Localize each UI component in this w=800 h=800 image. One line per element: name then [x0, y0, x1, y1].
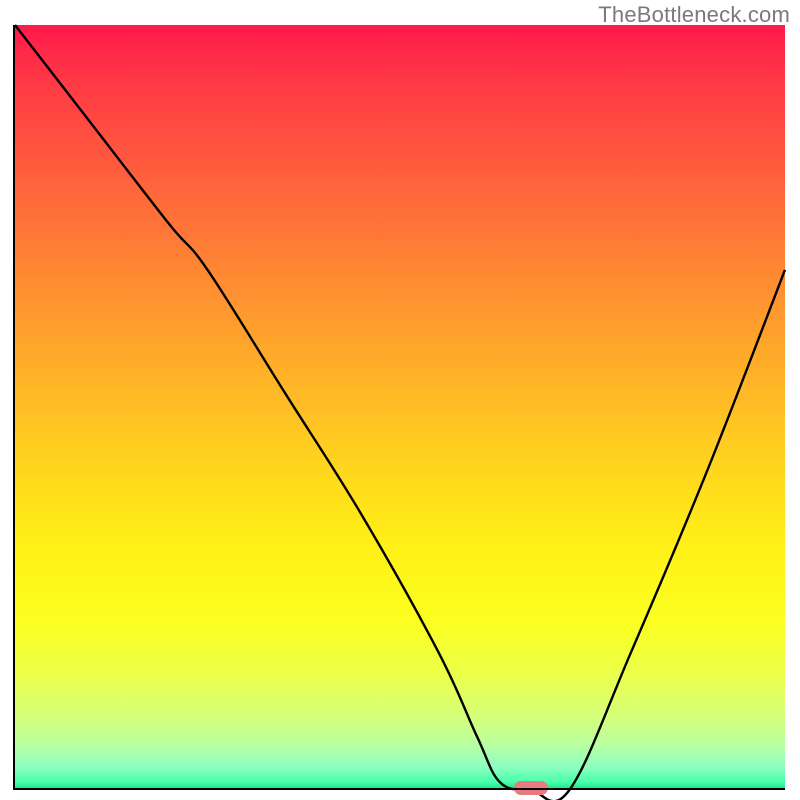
curve-layer — [15, 25, 785, 790]
watermark-text: TheBottleneck.com — [598, 2, 790, 28]
bottleneck-curve-path — [15, 25, 785, 800]
bottleneck-chart: TheBottleneck.com — [0, 0, 800, 800]
y-axis-line — [13, 25, 15, 790]
x-axis-line — [15, 788, 785, 790]
